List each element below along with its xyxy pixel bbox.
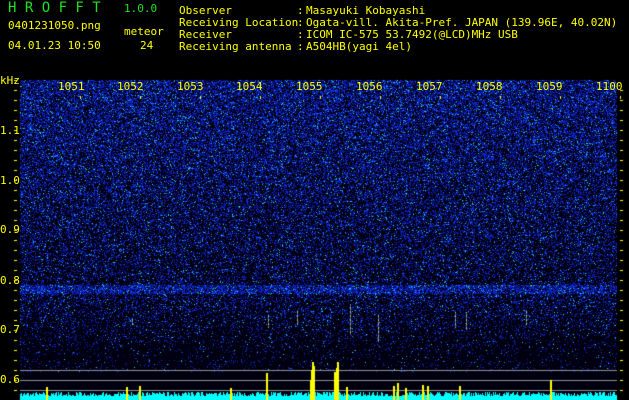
time-tick-label: 1056: [356, 80, 383, 93]
time-tick-label: 1053: [177, 80, 204, 93]
time-tick-label: 1052: [117, 80, 144, 93]
y-tick-label: 0.6: [0, 373, 20, 386]
y-tick-label: 1.0: [0, 174, 20, 187]
spectrogram: [0, 0, 629, 400]
info-value: A504HB(yagi 4el): [306, 40, 412, 53]
y-axis-unit: kHz: [0, 74, 20, 87]
info-label: Receiving antenna: [179, 40, 292, 53]
time-tick-label: 1100: [596, 80, 623, 93]
time-tick-label: 1051: [58, 80, 85, 93]
time-tick-label: 1054: [236, 80, 263, 93]
time-tick-label: 1055: [296, 80, 323, 93]
datetime: 04.01.23 10:50: [8, 39, 101, 52]
filename: 0401231050.png: [8, 19, 101, 32]
meteor-label: meteor: [124, 25, 164, 38]
y-tick-label: 0.9: [0, 223, 20, 236]
time-tick-label: 1058: [476, 80, 503, 93]
app-version: 1.0.0: [124, 2, 158, 15]
info-sep: :: [297, 40, 304, 53]
y-tick-label: 0.7: [0, 323, 20, 336]
time-tick-label: 1057: [416, 80, 443, 93]
app-title: H R O F F T: [8, 0, 101, 16]
meteor-count: 24: [140, 39, 154, 52]
time-tick-label: 1059: [536, 80, 563, 93]
y-tick-label: 0.8: [0, 274, 20, 287]
y-tick-label: 1.1: [0, 124, 20, 137]
